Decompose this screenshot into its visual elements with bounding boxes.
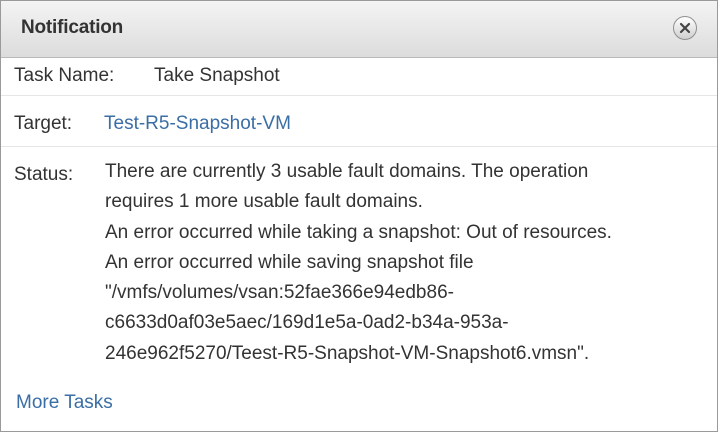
target-label: Target: bbox=[14, 113, 73, 134]
status-line: An error occurred while taking a snapsho… bbox=[105, 221, 612, 243]
status-line: 246e962f5270/Teest-R5-Snapshot-VM-Snapsh… bbox=[105, 342, 590, 364]
close-icon bbox=[679, 22, 691, 34]
dialog-title: Notification bbox=[21, 17, 124, 38]
status-row: Status: There are currently 3 usable fau… bbox=[1, 147, 717, 377]
status-message: There are currently 3 usable fault domai… bbox=[105, 157, 612, 369]
target-link[interactable]: Test-R5-Snapshot-VM bbox=[104, 113, 291, 135]
task-name-label: Task Name: bbox=[14, 65, 115, 86]
notification-content: Task Name: Take Snapshot Target: Test-R5… bbox=[1, 58, 717, 431]
status-line: An error occurred while saving snapshot … bbox=[105, 251, 474, 273]
dialog-titlebar[interactable]: Notification bbox=[1, 1, 717, 58]
status-line: requires 1 more usable fault domains. bbox=[105, 191, 423, 213]
more-tasks-link[interactable]: More Tasks bbox=[16, 392, 113, 414]
target-row: Target: Test-R5-Snapshot-VM bbox=[1, 96, 717, 147]
notification-dialog: Notification Task Name: Take Snapshot Ta… bbox=[0, 0, 718, 432]
status-label: Status: bbox=[14, 164, 74, 185]
status-line: "/vmfs/volumes/vsan:52fae366e94edb86- bbox=[105, 282, 454, 304]
task-name-value: Take Snapshot bbox=[154, 65, 280, 86]
task-name-row: Task Name: Take Snapshot bbox=[1, 58, 717, 96]
status-line: There are currently 3 usable fault domai… bbox=[105, 161, 589, 182]
close-button[interactable] bbox=[673, 16, 697, 40]
status-line: c6633d0af03e5aec/169d1e5a-0ad2-b34a-953a… bbox=[105, 312, 509, 334]
